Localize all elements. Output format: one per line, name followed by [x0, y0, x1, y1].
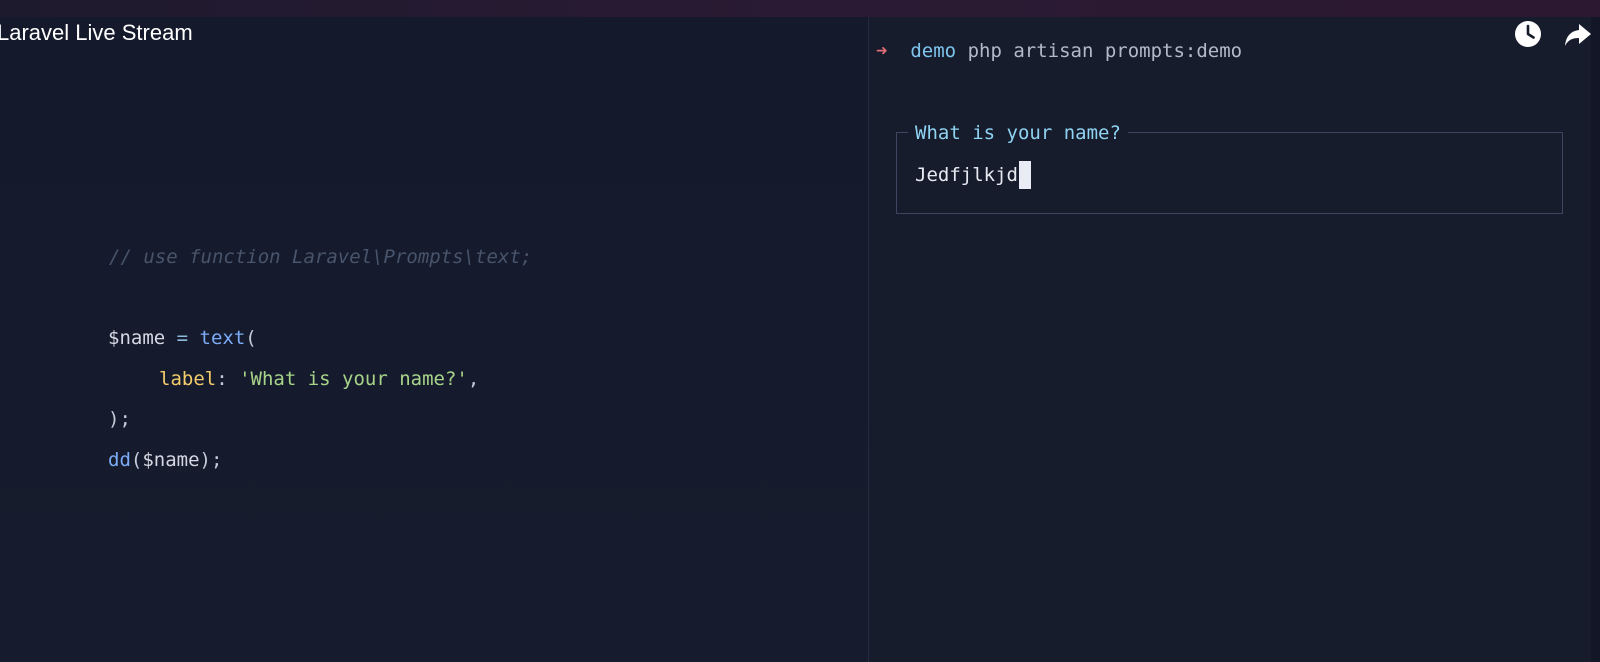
code-line-dd: dd($name);: [108, 447, 222, 473]
code-function-dd: dd: [108, 449, 131, 471]
code-open-paren: (: [245, 327, 257, 349]
video-frame: Laravel Live Stream // use function Lara…: [0, 0, 1600, 662]
text-prompt-label: What is your name?: [908, 120, 1128, 146]
watch-later-icon[interactable]: [1514, 20, 1542, 48]
text-cursor: [1018, 161, 1031, 189]
code-colon: :: [216, 368, 240, 390]
frame-right-edge: [1591, 17, 1600, 662]
code-comma: ,: [467, 368, 480, 390]
code-line-close: );: [108, 408, 131, 430]
text-prompt-input[interactable]: Jedfjlkjd: [915, 161, 1031, 189]
share-icon[interactable]: [1564, 20, 1592, 48]
code-function-text: text: [199, 327, 246, 349]
video-title[interactable]: Laravel Live Stream: [0, 19, 193, 47]
code-string: 'What is your name?': [239, 368, 468, 390]
code-line-assign: $name = text(: [108, 325, 257, 351]
prompt-arrow-icon: ➜: [876, 40, 888, 62]
code-named-arg: label: [159, 368, 217, 390]
code-comment: // use function Laravel\Prompts\text;: [109, 246, 533, 268]
terminal-panel: [869, 17, 1600, 662]
terminal-command: php artisan prompts:demo: [967, 40, 1243, 62]
text-prompt-value[interactable]: Jedfjlkjd: [915, 162, 1018, 188]
video-top-strip: [0, 0, 1600, 17]
code-variable: $name: [108, 327, 166, 349]
terminal-directory: demo: [910, 40, 957, 62]
code-line-label: label: 'What is your name?',: [159, 366, 479, 392]
code-dd-argument: $name: [142, 449, 200, 471]
code-dd-close: );: [199, 449, 223, 471]
code-operator: =: [165, 327, 200, 349]
code-dd-open: (: [130, 449, 143, 471]
terminal-command-line: ➜ demo php artisan prompts:demo: [876, 38, 1242, 64]
